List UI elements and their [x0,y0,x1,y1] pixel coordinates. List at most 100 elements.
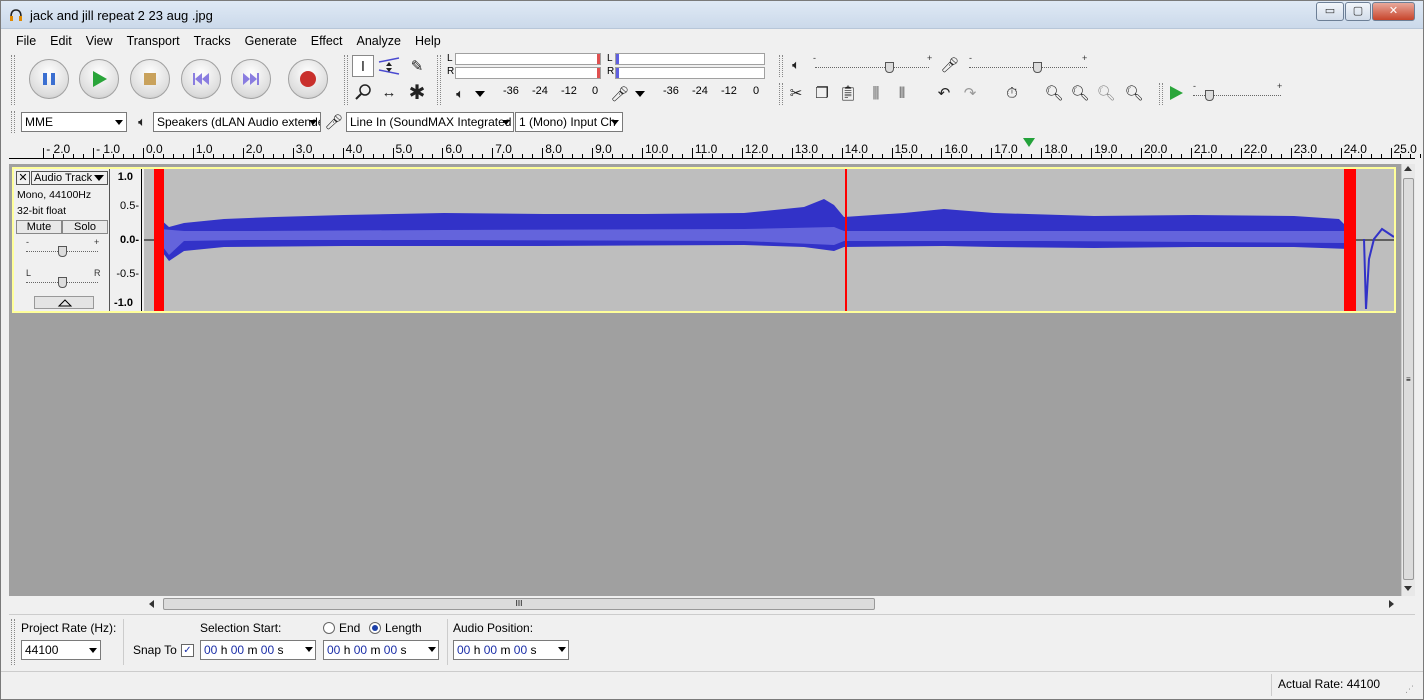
zoom-out-button[interactable]: 🔍︎ [1069,82,1091,104]
paste-button[interactable]: 📋︎ [837,82,859,104]
redo-button[interactable]: ↷ [959,82,981,104]
toolbar-grip[interactable] [779,55,783,77]
close-button[interactable]: ✕ [1372,2,1415,21]
slider-thumb[interactable] [58,277,67,288]
minutes-unit: m [370,643,381,657]
resize-grip-icon[interactable]: ⋰ [1405,684,1414,695]
microphone-meter-icon[interactable]: 🎤︎ [609,83,631,105]
ruler-major-tick [392,148,394,158]
zoom-in-button[interactable]: 🔍︎ [1043,82,1065,104]
speaker-meter-icon[interactable]: 🔈︎ [449,83,471,105]
scroll-left-icon[interactable] [149,600,154,608]
scroll-down-icon[interactable] [1404,586,1412,591]
chevron-down-icon[interactable] [475,91,485,97]
input-device-value: Line In (SoundMAX Integrated [350,115,512,129]
ruler-minor-tick [182,154,184,158]
maximize-button[interactable]: ▢ [1345,2,1371,21]
undo-button[interactable]: ↶ [933,82,955,104]
end-radio[interactable] [323,622,335,634]
ruler-minor-tick [1420,154,1422,158]
output-device-select[interactable]: Speakers (dLAN Audio extende [153,112,321,132]
slider-thumb[interactable] [58,246,67,257]
timeline-ruler[interactable]: - 2.0 - 1.0 0.0 1.0 2.0 3.0 4.0 5.0 6.0 7.0 8.0 9.0… [1,138,1422,162]
horizontal-scrollbar[interactable]: III [147,597,1397,611]
track-close-button[interactable]: ✕ [16,171,30,185]
waveform-display[interactable] [144,169,1395,311]
status-bar: Actual Rate: 44100 ⋰ [1,671,1423,699]
fit-project-button[interactable]: 🔍︎ [1123,82,1145,104]
toolbar-grip[interactable] [779,83,783,105]
amplitude-ruler[interactable]: 1.0 0.5- 0.0- -0.5- -1.0 [110,169,142,311]
mute-button[interactable]: Mute [16,220,62,234]
menu-edit[interactable]: Edit [43,31,79,51]
chevron-down-icon[interactable] [635,91,645,97]
stop-button[interactable] [130,59,170,99]
length-radio[interactable] [369,622,381,634]
audio-track[interactable]: ✕ Audio Track Mono, 44100Hz 32-bit float… [12,167,1396,313]
collapse-track-button[interactable] [34,296,94,309]
menu-analyze[interactable]: Analyze [350,31,408,51]
track-panel[interactable]: ✕ Audio Track Mono, 44100Hz 32-bit float… [9,164,1401,596]
horizontal-scroll-thumb[interactable]: III [163,598,875,610]
sync-lock-button[interactable]: ⏱︎ [1001,82,1023,104]
vertical-scrollbar[interactable]: ≡ [1401,164,1415,596]
ruler-minor-tick [532,154,534,158]
zoom-tool[interactable] [352,81,374,103]
menu-generate[interactable]: Generate [238,31,304,51]
toolbar-grip[interactable] [1159,83,1163,105]
envelope-tool[interactable] [378,55,400,77]
minimize-button[interactable]: ▭ [1316,2,1344,21]
ruler-major-tick [43,148,45,158]
trim-button[interactable]: ⫼ [865,82,887,104]
selection-start-time[interactable]: 00 h 00 m 00 s [200,640,316,660]
menu-help[interactable]: Help [408,31,448,51]
solo-button[interactable]: Solo [62,220,108,234]
copy-button[interactable]: ❐ [811,82,833,104]
track-menu-button[interactable]: Audio Track [31,171,108,185]
play-button[interactable] [79,59,119,99]
vertical-scroll-thumb[interactable]: ≡ [1403,178,1414,580]
playback-meter-left[interactable] [455,53,601,65]
toolbar-grip[interactable] [11,111,15,133]
record-meter-right[interactable] [615,67,765,79]
skip-start-button[interactable] [181,59,221,99]
snap-to-checkbox[interactable]: ✓ [181,644,194,657]
toolbar-grip[interactable] [11,55,15,105]
pause-button[interactable] [29,59,69,99]
scroll-right-icon[interactable] [1389,600,1394,608]
input-channels-select[interactable]: 1 (Mono) Input Ch [515,112,623,132]
play-scale-24: -24 [532,85,548,97]
toolbar-grip[interactable] [437,55,441,105]
record-meter-left[interactable] [615,53,765,65]
selection-end-time[interactable]: 00 h 00 m 00 s [323,640,439,660]
time-shift-tool[interactable]: ↔ [378,81,400,103]
menu-effect[interactable]: Effect [304,31,350,51]
input-device-select[interactable]: Line In (SoundMAX Integrated [346,112,514,132]
fit-selection-button[interactable]: 🔍︎ [1095,82,1117,104]
slider-thumb[interactable] [1033,62,1042,73]
menu-file[interactable]: File [9,31,43,51]
selection-tool[interactable]: I [352,55,374,77]
playback-volume-slider[interactable] [815,67,929,68]
slider-thumb[interactable] [1205,90,1214,101]
cut-button[interactable]: ✂ [785,82,807,104]
input-volume-slider[interactable] [969,67,1087,68]
record-button[interactable] [288,59,328,99]
draw-tool[interactable]: ✎ [406,55,428,77]
menu-tracks[interactable]: Tracks [187,31,238,51]
menu-view[interactable]: View [79,31,120,51]
toolbar-grip[interactable] [11,619,15,665]
play-at-speed-button[interactable] [1165,82,1187,104]
start-minutes: 00 [230,643,245,657]
silence-button[interactable]: ⫴ [891,82,913,104]
audio-position-time[interactable]: 00 h 00 m 00 s [453,640,569,660]
menu-transport[interactable]: Transport [120,31,187,51]
audio-host-select[interactable]: MME [21,112,127,132]
multi-tool[interactable]: ✱ [406,81,428,104]
slider-thumb[interactable] [885,62,894,73]
skip-end-button[interactable] [231,59,271,99]
scroll-up-icon[interactable] [1404,166,1412,171]
playback-meter-right[interactable] [455,67,601,79]
toolbar-grip[interactable] [344,55,348,105]
project-rate-select[interactable]: 44100 [21,640,101,660]
